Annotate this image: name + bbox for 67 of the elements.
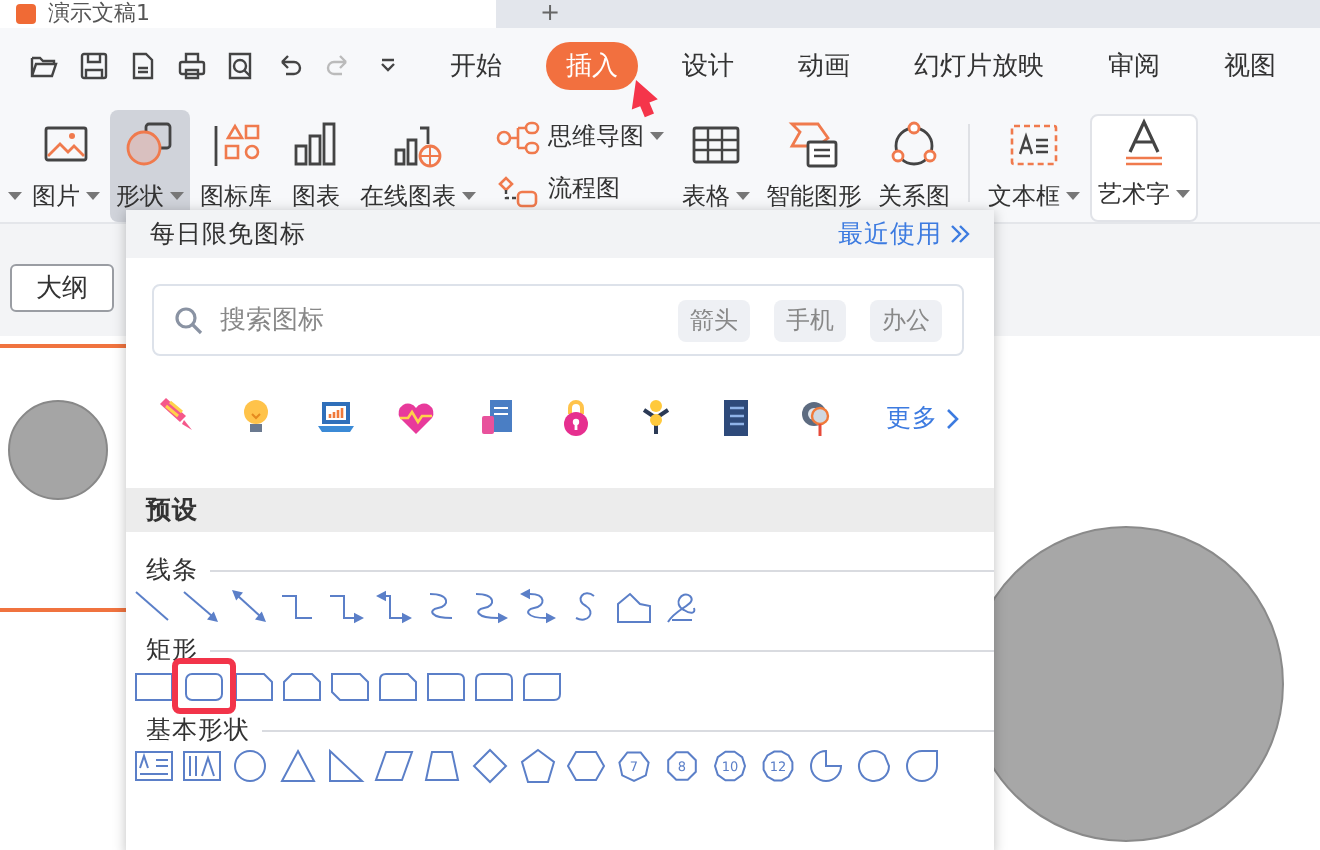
annotation-arrow	[631, 80, 658, 118]
round1-icon[interactable]	[424, 668, 468, 704]
new-tab-button[interactable]: +	[540, 0, 561, 28]
ribbon-button[interactable]: 思维导图	[494, 117, 664, 157]
ribbon-button[interactable]: 图标库	[194, 110, 278, 222]
hexagon-icon[interactable]	[564, 748, 608, 784]
ribbon-button[interactable]: 形状	[110, 110, 190, 222]
freeform-icon[interactable]	[612, 588, 656, 624]
double-arrow-icon[interactable]	[228, 588, 272, 624]
chevron-right-icon	[946, 407, 960, 429]
panel-title: 每日限免图标	[150, 217, 306, 251]
curve-double-icon[interactable]	[516, 588, 560, 624]
chord-icon[interactable]	[852, 748, 896, 784]
menu-tab[interactable]: 设计	[662, 42, 754, 90]
parallelogram-icon[interactable]	[372, 748, 416, 784]
snip-round-icon[interactable]	[376, 668, 420, 704]
document-tab[interactable]: 演示文稿1	[0, 0, 496, 28]
diamond-icon[interactable]	[468, 748, 512, 784]
section-title: 线条	[146, 553, 198, 587]
snip1-icon[interactable]	[232, 668, 276, 704]
ribbon-button[interactable]: 表格	[676, 110, 756, 222]
teardrop-icon[interactable]	[900, 748, 944, 784]
rect-icon[interactable]	[132, 668, 176, 704]
relation-diagram-icon	[886, 118, 942, 170]
right-triangle-icon[interactable]	[324, 748, 368, 784]
ribbon-button[interactable]: 文本框	[982, 110, 1086, 222]
round-diag-icon[interactable]	[520, 668, 564, 704]
pie-icon[interactable]	[804, 748, 848, 784]
menu-tab[interactable]: 开始	[430, 42, 522, 90]
search-icon	[174, 305, 204, 335]
section-header: 预设	[126, 488, 994, 532]
ribbon-button[interactable]: 流程图	[494, 169, 664, 209]
ellipse-icon[interactable]	[228, 748, 272, 784]
text-box-shape-icon[interactable]	[132, 748, 176, 784]
smart-graphic-icon	[786, 118, 842, 170]
caret-icon	[8, 192, 22, 202]
menu-tab[interactable]: 审阅	[1088, 42, 1180, 90]
double-chevron-icon	[950, 224, 970, 244]
menu-tab[interactable]: 动画	[778, 42, 870, 90]
elbow-double-icon[interactable]	[372, 588, 416, 624]
pentagon-icon[interactable]	[516, 748, 560, 784]
mind-map-icon	[494, 117, 542, 157]
print-icon[interactable]	[175, 50, 207, 82]
menu-tab[interactable]: 视图	[1204, 42, 1296, 90]
menu-tab[interactable]: 幻灯片放映	[894, 42, 1064, 90]
outline-button[interactable]: 大纲	[10, 264, 114, 312]
circle-shape	[8, 400, 108, 500]
ribbon-button[interactable]: 图片	[26, 110, 106, 222]
recent-link[interactable]: 最近使用	[838, 217, 970, 251]
round-same-icon[interactable]	[472, 668, 516, 704]
trapezoid-icon[interactable]	[420, 748, 464, 784]
section-title: 基本形状	[146, 713, 250, 747]
print-preview-icon[interactable]	[224, 50, 256, 82]
more-link[interactable]: 更多	[886, 401, 960, 435]
arrow-icon[interactable]	[180, 588, 224, 624]
ribbon-button[interactable]: 智能图形	[760, 110, 868, 222]
save-icon[interactable]	[77, 50, 109, 82]
triangle-icon[interactable]	[276, 748, 320, 784]
vertical-text-box-icon[interactable]	[180, 748, 224, 784]
app-icon	[16, 4, 36, 24]
ribbon-button[interactable]: 艺术字	[1090, 114, 1198, 222]
snip-diag-icon[interactable]	[328, 668, 372, 704]
round-rect-icon[interactable]	[172, 658, 236, 714]
ribbon-button[interactable]: 图表	[282, 110, 350, 222]
snip-same-icon[interactable]	[280, 668, 324, 704]
ribbon-button[interactable]: 在线图表	[354, 110, 482, 222]
ribbon-button[interactable]: 关系图	[872, 110, 956, 222]
